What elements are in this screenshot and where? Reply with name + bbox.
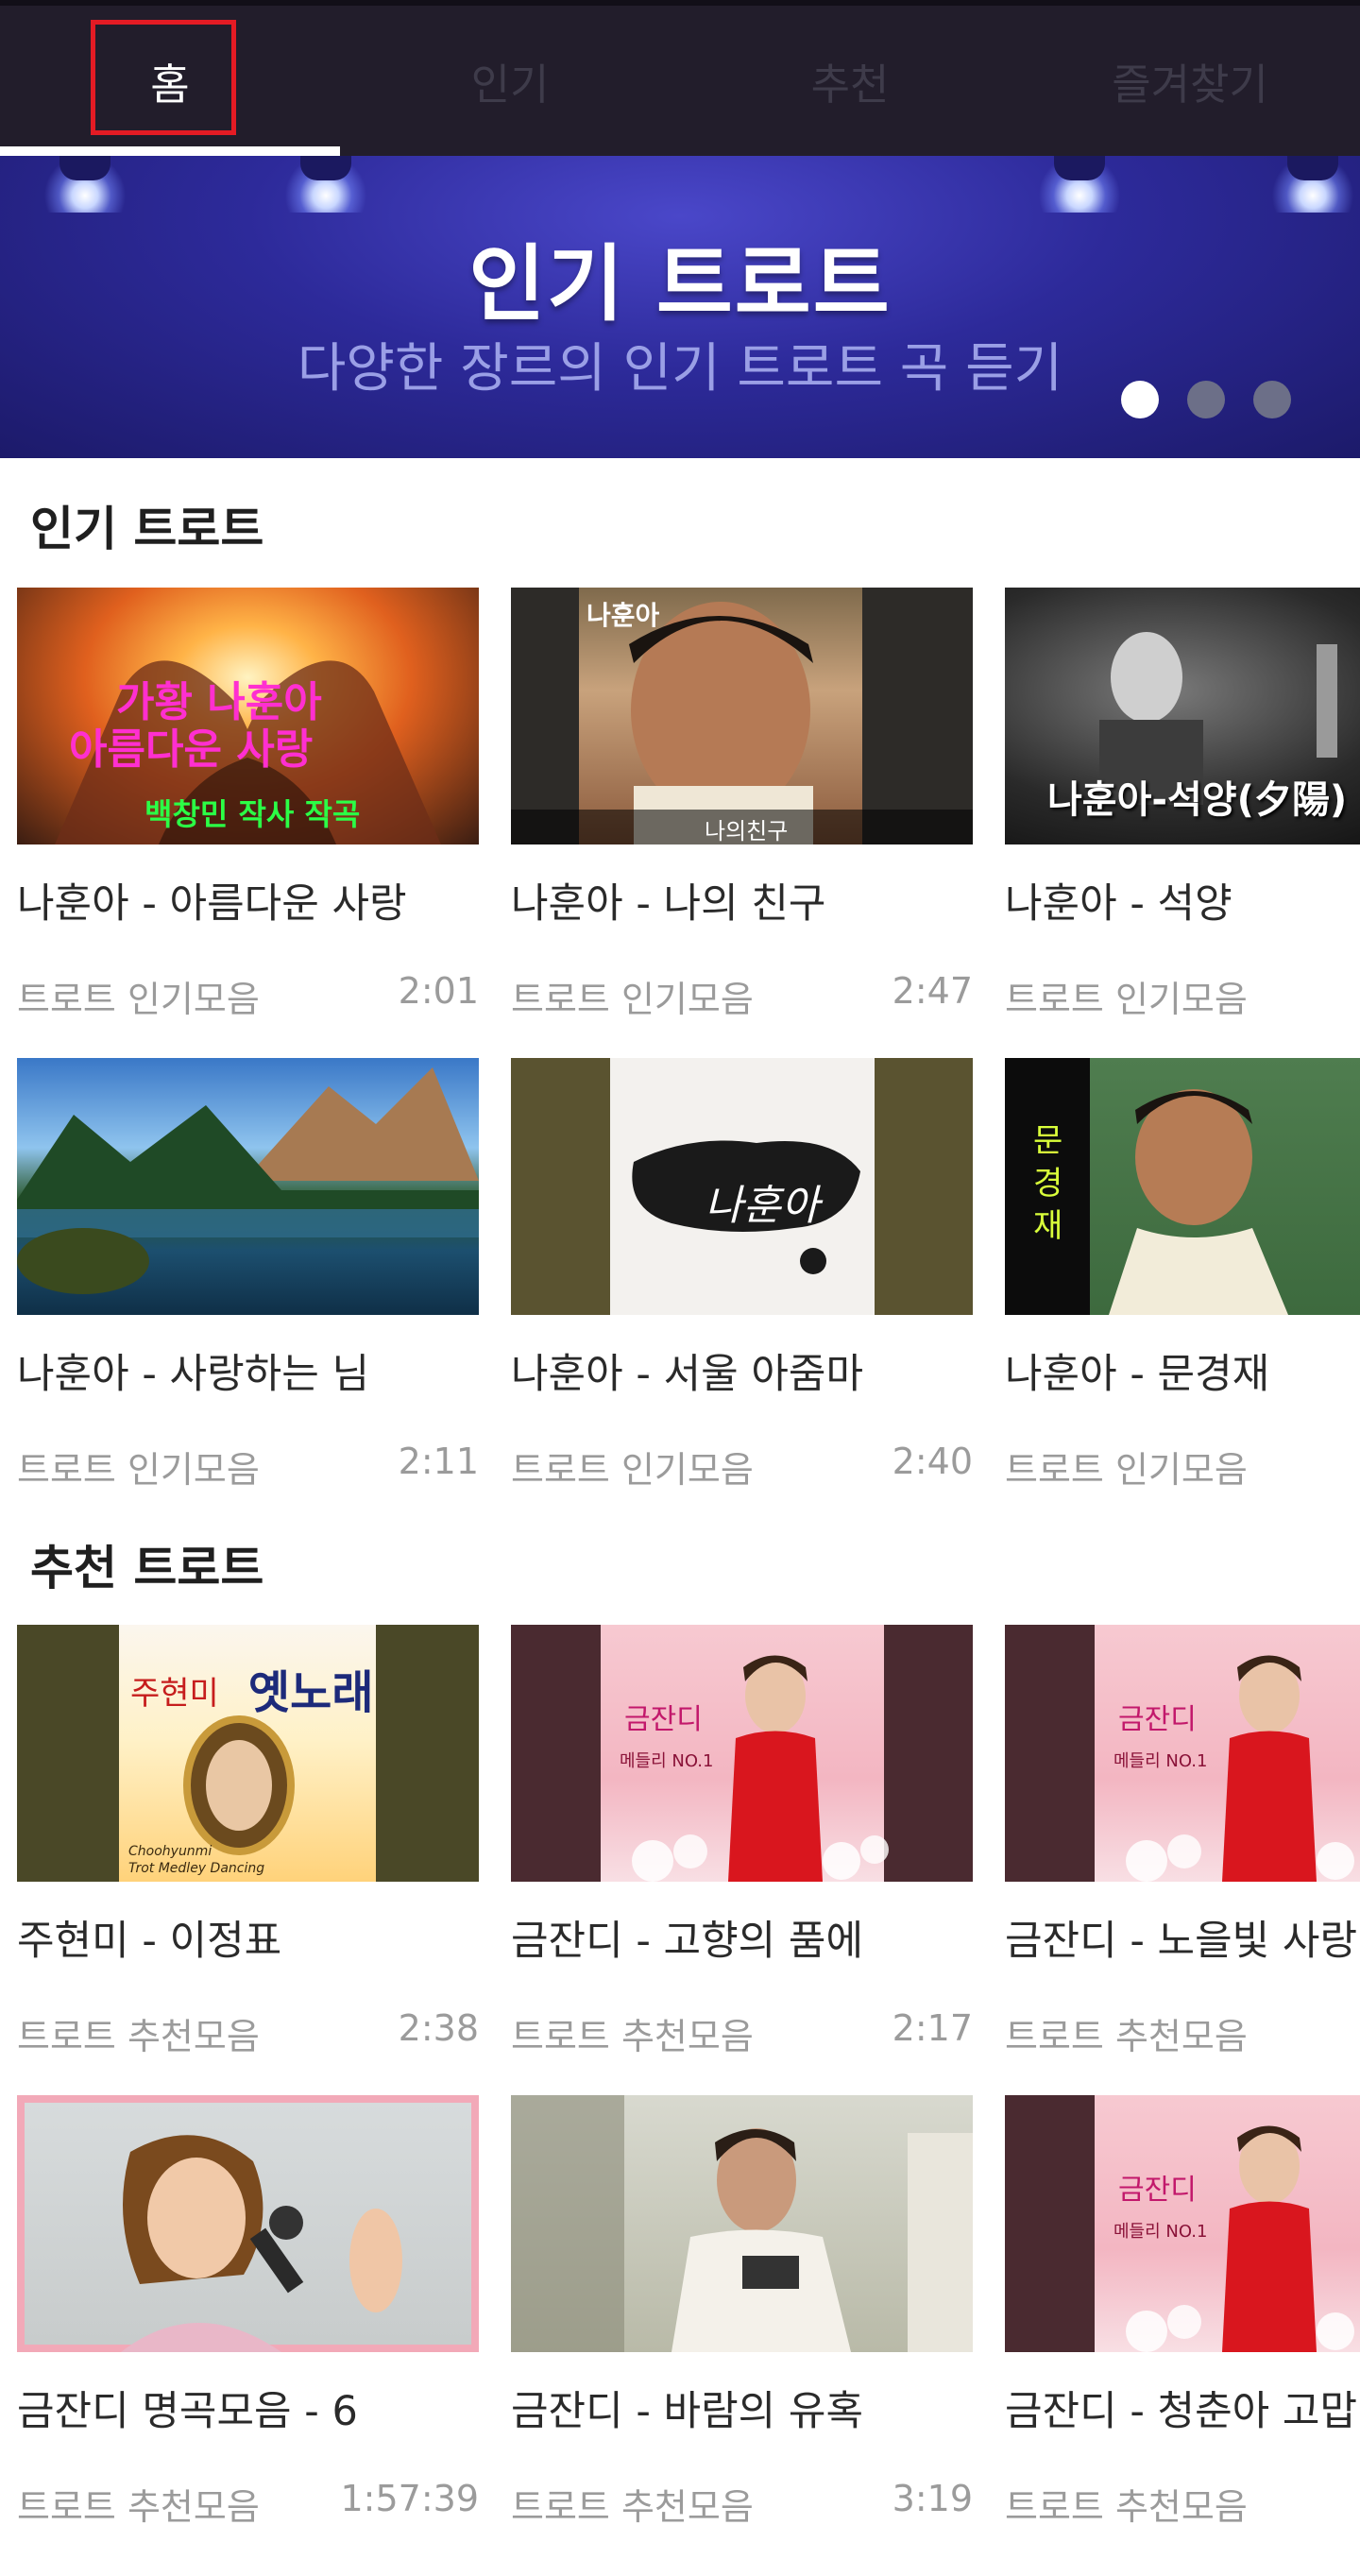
pagination-dot-1[interactable] <box>1121 381 1159 418</box>
spotlight-icon <box>42 156 128 213</box>
video-duration: 2:11 <box>398 1441 479 1482</box>
video-category: 트로트 인기모음 <box>1005 1449 1248 1491</box>
video-thumbnail: 나훈아-석양(夕陽) <box>1005 588 1360 844</box>
thumb-caption: 옛노래 <box>248 1666 374 1719</box>
video-title: 나훈아 - 문경재 <box>1005 1351 1270 1398</box>
thumb-caption: 메들리 NO.1 <box>1114 2222 1208 2242</box>
tab-popular-label: 인기 <box>470 59 550 110</box>
video-thumbnail: 주현미 옛노래 Choohyunmi Trot Medley Dancing <box>17 1625 479 1882</box>
pagination-dot-2[interactable] <box>1187 381 1225 418</box>
video-title: 금잔디 - 노을빛 사랑 <box>1005 1918 1358 1965</box>
thumb-caption: 나의친구 <box>705 818 789 844</box>
thumb-caption: 나훈아 <box>586 600 660 631</box>
video-title: 금잔디 명곡모음 - 6 <box>17 2388 358 2435</box>
video-card[interactable]: 문 경 재 나훈아 - 문경재 트로트 인기모음 <box>1005 1058 1360 1502</box>
tab-favorites[interactable]: 즐겨찾기 <box>1020 43 1360 118</box>
tab-favorites-label: 즐겨찾기 <box>1112 59 1268 110</box>
video-card[interactable]: 나훈아 나훈아 - 서울 아줌마 트로트 인기모음 2:40 <box>511 1058 973 1502</box>
thumb-caption: 나훈아 <box>705 1182 820 1230</box>
video-duration: 1:57:39 <box>340 2478 480 2519</box>
video-category: 트로트 인기모음 <box>1005 979 1248 1020</box>
video-title: 나훈아 - 석양 <box>1005 880 1232 928</box>
video-title: 금잔디 - 청춘아 고맙다 <box>1005 2388 1360 2435</box>
thumb-caption: 주현미 <box>130 1675 219 1713</box>
video-category: 트로트 추천모음 <box>1005 2486 1248 2528</box>
video-thumbnail: 가황 나훈아 아름다운 사랑 백창민 작사 작곡 <box>17 588 479 844</box>
video-thumbnail <box>511 2095 973 2352</box>
video-duration: 2:47 <box>892 970 973 1012</box>
thumb-caption: 문 <box>1033 1122 1063 1160</box>
video-thumbnail <box>17 1058 479 1315</box>
section-title-popular: 인기 트로트 <box>30 502 264 556</box>
video-thumbnail: 문 경 재 <box>1005 1058 1360 1315</box>
video-card[interactable]: 금잔디 메들리 NO.1 금잔디 - 노을빛 사랑 트로트 추천모음 <box>1005 1625 1360 2069</box>
tab-popular[interactable]: 인기 <box>340 43 680 118</box>
video-card[interactable]: 가황 나훈아 아름다운 사랑 백창민 작사 작곡 나훈아 - 아름다운 사랑 트… <box>17 588 479 1032</box>
selection-highlight-box <box>91 20 236 135</box>
video-category: 트로트 인기모음 <box>511 1449 754 1491</box>
spotlight-icon <box>1270 156 1355 213</box>
video-category: 트로트 추천모음 <box>17 2486 260 2528</box>
video-duration: 2:01 <box>398 970 479 1012</box>
thumb-caption: 메들리 NO.1 <box>1114 1751 1208 1771</box>
active-tab-indicator <box>0 146 340 156</box>
video-category: 트로트 추천모음 <box>511 2486 754 2528</box>
video-title: 나훈아 - 사랑하는 님 <box>17 1351 370 1398</box>
video-thumbnail: 금잔디 메들리 NO.1 <box>1005 2095 1360 2352</box>
video-duration: 2:40 <box>892 1441 973 1482</box>
video-card[interactable]: 금잔디 메들리 NO.1 금잔디 - 청춘아 고맙다 트로트 추천모음 <box>1005 2095 1360 2539</box>
video-category: 트로트 추천모음 <box>511 2016 754 2057</box>
video-card[interactable]: 주현미 옛노래 Choohyunmi Trot Medley Dancing 주… <box>17 1625 479 2069</box>
video-thumbnail: 나의친구 나훈아 <box>511 588 973 844</box>
video-thumbnail: 금잔디 메들리 NO.1 <box>1005 1625 1360 1882</box>
spotlight-icon <box>283 156 368 213</box>
video-category: 트로트 인기모음 <box>511 979 754 1020</box>
video-title: 나훈아 - 아름다운 사랑 <box>17 880 407 928</box>
video-title: 나훈아 - 나의 친구 <box>511 880 826 928</box>
video-category: 트로트 인기모음 <box>17 979 260 1020</box>
video-title: 금잔디 - 바람의 유혹 <box>511 2388 864 2435</box>
tab-recommend[interactable]: 추천 <box>680 43 1020 118</box>
section-title-recommended: 추천 트로트 <box>30 1541 264 1595</box>
thumb-caption: Trot Medley Dancing <box>128 1861 265 1876</box>
thumb-caption: 아름다운 사랑 <box>69 725 314 774</box>
video-duration: 3:19 <box>892 2478 973 2519</box>
video-thumbnail: 금잔디 메들리 NO.1 <box>511 1625 973 1882</box>
thumb-caption: 재 <box>1033 1207 1063 1245</box>
video-thumbnail: 나훈아 <box>511 1058 973 1315</box>
thumb-caption: 나훈아-석양(夕陽) <box>1047 778 1348 822</box>
thumb-caption: 경 <box>1033 1165 1063 1203</box>
video-card[interactable]: 금잔디 메들리 NO.1 금잔디 - 고향의 품에 트로트 추천모음 2:17 <box>511 1625 973 2069</box>
video-duration: 2:17 <box>892 2007 973 2049</box>
spotlight-icon <box>1037 156 1122 213</box>
top-tab-bar: 홈 인기 추천 즐겨찾기 <box>0 0 1360 156</box>
banner-title: 인기 트로트 <box>468 235 892 333</box>
video-title: 나훈아 - 서울 아줌마 <box>511 1351 864 1398</box>
video-duration: 2:38 <box>398 2007 479 2049</box>
hero-banner[interactable]: 인기 트로트 다양한 장르의 인기 트로트 곡 듣기 <box>0 156 1360 458</box>
video-card[interactable]: 금잔디 - 바람의 유혹 트로트 추천모음 3:19 <box>511 2095 973 2539</box>
pagination-dot-3[interactable] <box>1253 381 1291 418</box>
video-title: 주현미 - 이정표 <box>17 1918 282 1965</box>
thumb-caption: 금잔디 <box>1118 1703 1197 1736</box>
video-card[interactable]: 나훈아 - 사랑하는 님 트로트 인기모음 2:11 <box>17 1058 479 1502</box>
video-card[interactable]: 금잔디 명곡모음 - 6 트로트 추천모음 1:57:39 <box>17 2095 479 2539</box>
video-category: 트로트 인기모음 <box>17 1449 260 1491</box>
thumb-caption: Choohyunmi <box>128 1844 212 1859</box>
video-title: 금잔디 - 고향의 품에 <box>511 1918 864 1965</box>
video-card[interactable]: 나훈아-석양(夕陽) 나훈아 - 석양 트로트 인기모음 <box>1005 588 1360 1032</box>
thumb-caption: 백창민 작사 작곡 <box>144 796 361 832</box>
video-category: 트로트 추천모음 <box>17 2016 260 2057</box>
thumb-caption: 메들리 NO.1 <box>620 1751 714 1771</box>
video-card[interactable]: 나의친구 나훈아 나훈아 - 나의 친구 트로트 인기모음 2:47 <box>511 588 973 1032</box>
status-edge <box>0 0 1360 6</box>
thumb-caption: 금잔디 <box>624 1703 703 1736</box>
tab-recommend-label: 추천 <box>810 59 890 110</box>
video-thumbnail <box>17 2095 479 2352</box>
video-category: 트로트 추천모음 <box>1005 2016 1248 2057</box>
thumb-caption: 금잔디 <box>1118 2174 1197 2207</box>
